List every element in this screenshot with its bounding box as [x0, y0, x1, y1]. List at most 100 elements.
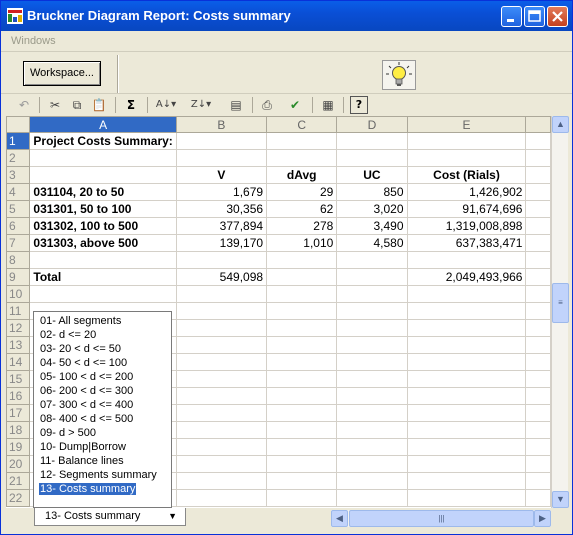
properties-icon[interactable]: ▤: [227, 96, 245, 114]
cell[interactable]: [266, 404, 338, 422]
cell[interactable]: 1,010: [266, 234, 338, 252]
cell[interactable]: [336, 421, 408, 439]
cell[interactable]: [406, 353, 527, 371]
cell[interactable]: [29, 149, 177, 167]
scroll-down-button[interactable]: ▼: [552, 491, 569, 508]
column-header[interactable]: B: [175, 116, 268, 133]
scroll-right-button[interactable]: ▶: [534, 510, 551, 527]
cell[interactable]: [336, 132, 408, 150]
cell[interactable]: 29: [266, 183, 338, 201]
tip-button[interactable]: [382, 60, 416, 90]
cell[interactable]: [336, 302, 408, 320]
vertical-scrollbar[interactable]: ▲ ≡ ▼: [551, 116, 569, 508]
row-header[interactable]: 18: [6, 421, 31, 439]
cell[interactable]: [336, 251, 408, 269]
list-item[interactable]: 04- 50 < d <= 100: [34, 356, 171, 370]
list-item[interactable]: 12- Segments summary: [34, 468, 171, 482]
cell[interactable]: [406, 149, 527, 167]
cell[interactable]: [525, 489, 551, 507]
cell[interactable]: [525, 336, 551, 354]
cell[interactable]: [525, 251, 551, 269]
row-header[interactable]: 5: [6, 200, 31, 218]
cell[interactable]: [266, 336, 338, 354]
cell[interactable]: [266, 472, 338, 490]
cell[interactable]: [266, 285, 338, 303]
cell[interactable]: [175, 353, 268, 371]
cell[interactable]: 3,020: [336, 200, 408, 218]
cell[interactable]: [266, 455, 338, 473]
cell[interactable]: [336, 472, 408, 490]
row-header[interactable]: 6: [6, 217, 31, 235]
cell[interactable]: 2,049,493,966: [406, 268, 527, 286]
cell[interactable]: [266, 302, 338, 320]
cell[interactable]: [266, 251, 338, 269]
maximize-button[interactable]: [524, 6, 545, 27]
cell[interactable]: [525, 200, 551, 218]
cell[interactable]: [525, 183, 551, 201]
cell[interactable]: [525, 455, 551, 473]
row-header[interactable]: 10: [6, 285, 31, 303]
cell[interactable]: [266, 387, 338, 405]
cell[interactable]: V: [175, 166, 268, 184]
cell[interactable]: [175, 285, 268, 303]
list-item[interactable]: 02- d <= 20: [34, 328, 171, 342]
cell[interactable]: [266, 319, 338, 337]
cell[interactable]: 3,490: [336, 217, 408, 235]
row-header[interactable]: 22: [6, 489, 31, 507]
cell[interactable]: 1,319,008,898: [406, 217, 527, 235]
row-header[interactable]: 16: [6, 387, 31, 405]
cell[interactable]: 1,426,902: [406, 183, 527, 201]
print-icon[interactable]: ⎙: [258, 96, 276, 114]
sum-icon[interactable]: Σ: [122, 96, 140, 114]
column-header[interactable]: [525, 116, 551, 133]
cell[interactable]: [336, 353, 408, 371]
cell[interactable]: [336, 319, 408, 337]
minimize-button[interactable]: [501, 6, 522, 27]
row-header[interactable]: 21: [6, 472, 31, 490]
cell[interactable]: [525, 166, 551, 184]
cell[interactable]: [175, 387, 268, 405]
cell[interactable]: [406, 370, 527, 388]
scroll-thumb[interactable]: ≡: [552, 283, 569, 323]
row-header[interactable]: 17: [6, 404, 31, 422]
cell[interactable]: [406, 319, 527, 337]
cell[interactable]: [406, 132, 527, 150]
cell[interactable]: [175, 421, 268, 439]
cell[interactable]: [266, 421, 338, 439]
cell[interactable]: [266, 353, 338, 371]
cell[interactable]: 4,580: [336, 234, 408, 252]
cell[interactable]: [406, 421, 527, 439]
cell[interactable]: [525, 132, 551, 150]
cell[interactable]: [406, 489, 527, 507]
list-item[interactable]: 08- 400 < d <= 500: [34, 412, 171, 426]
cell[interactable]: 377,894: [175, 217, 268, 235]
check-icon[interactable]: ✔: [286, 96, 304, 114]
cell[interactable]: [406, 251, 527, 269]
dropdown-arrow-icon[interactable]: ▼: [168, 508, 177, 525]
cell[interactable]: 549,098: [175, 268, 268, 286]
cell[interactable]: 031303, above 500: [29, 234, 177, 252]
cell[interactable]: [525, 404, 551, 422]
column-header[interactable]: E: [406, 116, 527, 133]
column-header[interactable]: C: [266, 116, 338, 133]
cell[interactable]: [266, 132, 338, 150]
scroll-left-button[interactable]: ◀: [331, 510, 348, 527]
cell[interactable]: [175, 489, 268, 507]
cell[interactable]: [336, 268, 408, 286]
cell[interactable]: [406, 404, 527, 422]
cell[interactable]: [525, 149, 551, 167]
cell[interactable]: [406, 336, 527, 354]
cell[interactable]: [525, 387, 551, 405]
cell[interactable]: [266, 489, 338, 507]
cell[interactable]: 850: [336, 183, 408, 201]
cell[interactable]: Project Costs Summary:: [29, 132, 177, 150]
cell[interactable]: [266, 438, 338, 456]
column-header[interactable]: A: [29, 116, 177, 133]
cell[interactable]: [175, 302, 268, 320]
cell[interactable]: 1,679: [175, 183, 268, 201]
cell[interactable]: [336, 438, 408, 456]
cell[interactable]: [175, 455, 268, 473]
cell[interactable]: [525, 421, 551, 439]
row-header[interactable]: 1: [6, 132, 31, 150]
cell[interactable]: [266, 370, 338, 388]
